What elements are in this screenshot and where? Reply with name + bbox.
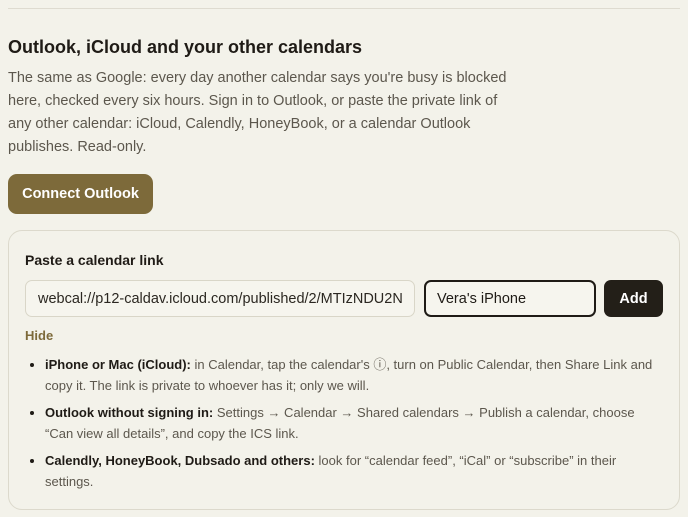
help-item-outlook: Outlook without signing in: Settings → C…: [45, 402, 665, 444]
section-title: Outlook, iCloud and your other calendars: [8, 37, 363, 57]
calendar-name-input[interactable]: [424, 280, 596, 317]
help-item-icloud: iPhone or Mac (iCloud): in Calendar, tap…: [45, 354, 665, 396]
help-item-others: Calendly, HoneyBook, Dubsado and others:…: [45, 450, 665, 492]
hide-help-link[interactable]: Hide: [25, 328, 53, 343]
help-item-title: Calendly, HoneyBook, Dubsado and others:: [45, 453, 315, 468]
help-item-title: Outlook without signing in:: [45, 405, 214, 420]
calendar-url-input[interactable]: [25, 280, 415, 317]
calendar-link-label: Paste a calendar link: [25, 252, 164, 268]
calendar-link-card: Paste a calendar link Add Hide iPhone or…: [8, 230, 680, 510]
help-list: iPhone or Mac (iCloud): in Calendar, tap…: [45, 354, 665, 498]
add-calendar-button[interactable]: Add: [604, 280, 663, 317]
calendar-settings-page: Outlook, iCloud and your other calendars…: [0, 0, 688, 517]
section-description: The same as Google: every day another ca…: [8, 70, 507, 155]
connect-outlook-button[interactable]: Connect Outlook: [8, 174, 153, 214]
help-item-title: iPhone or Mac (iCloud):: [45, 357, 191, 372]
top-divider: [8, 8, 680, 9]
